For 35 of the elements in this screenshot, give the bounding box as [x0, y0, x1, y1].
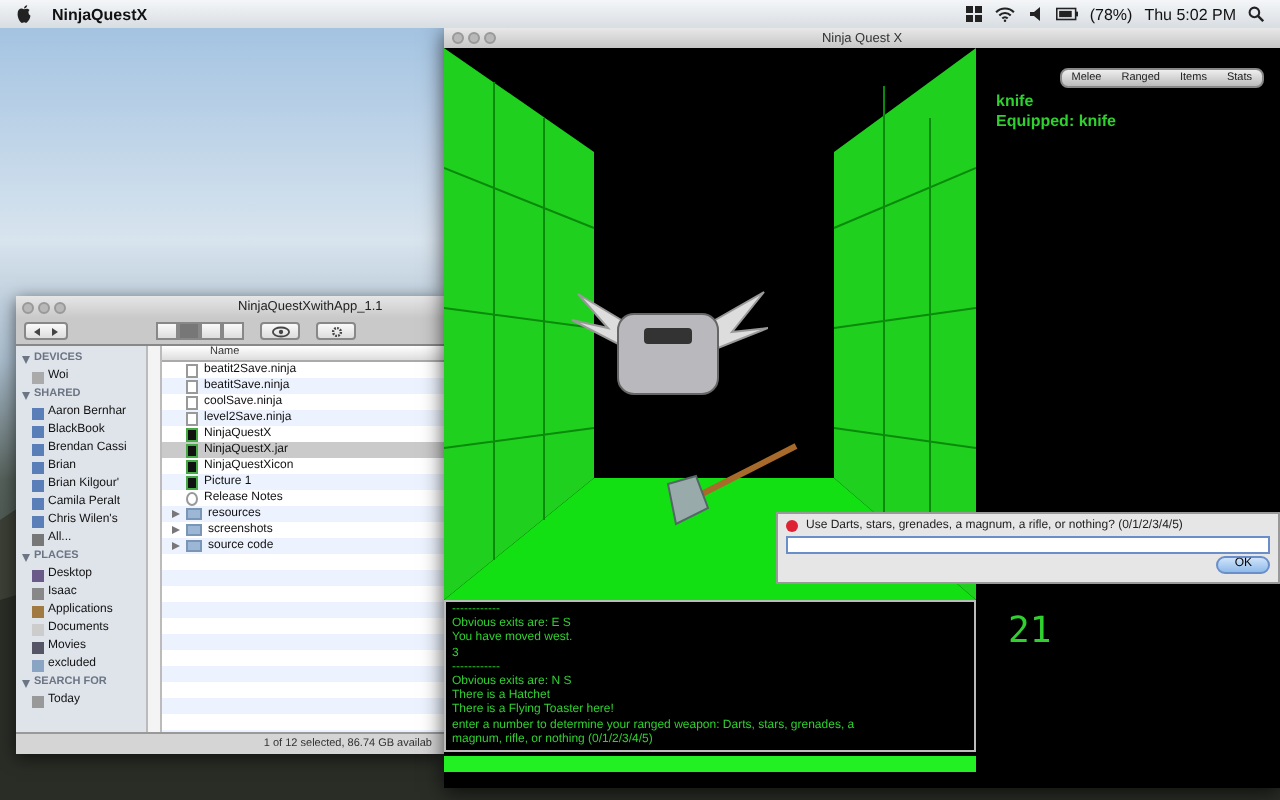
input-bar[interactable] — [444, 756, 976, 772]
battery-percent: (78%) — [1089, 5, 1133, 23]
disclosure-triangle-icon[interactable] — [22, 679, 30, 687]
clock[interactable]: Thu 5:02 PM — [1144, 5, 1236, 23]
weapon-text: Equipped: knife — [996, 112, 1118, 132]
close-dot[interactable] — [452, 32, 464, 44]
speaker-icon[interactable] — [1027, 6, 1044, 22]
zoom-dot[interactable] — [484, 32, 496, 44]
scrollbar[interactable] — [146, 346, 162, 732]
apple-icon[interactable] — [16, 4, 32, 24]
close-dot[interactable] — [786, 519, 798, 531]
arrows-icon — [30, 325, 62, 337]
app-menu[interactable]: NinjaQuestX — [52, 5, 148, 23]
score-text: 21 — [1008, 610, 1054, 652]
battery-icon[interactable] — [1055, 6, 1078, 22]
zoom-dot[interactable] — [54, 301, 66, 313]
view-mode-button[interactable] — [200, 322, 222, 340]
minimize-dot[interactable] — [468, 32, 480, 44]
back-forward-button[interactable] — [24, 322, 68, 340]
close-dot[interactable] — [22, 301, 34, 313]
wifi-icon[interactable] — [993, 6, 1016, 22]
gear-icon — [327, 325, 345, 337]
disclosure-triangle-icon[interactable] — [22, 355, 30, 363]
grid-icon[interactable] — [965, 6, 982, 22]
search-icon[interactable] — [1248, 6, 1264, 22]
eye-icon — [271, 325, 289, 337]
view-mode-button[interactable] — [222, 322, 244, 340]
disclosure-triangle-icon[interactable] — [22, 553, 30, 561]
weapon-text: knife — [996, 92, 1036, 112]
minimize-dot[interactable] — [38, 301, 50, 313]
quick-look-button[interactable] — [260, 322, 300, 340]
view-mode-button[interactable] — [156, 322, 178, 340]
action-button[interactable] — [316, 322, 356, 340]
disclosure-triangle-icon[interactable] — [22, 391, 30, 399]
answer-field[interactable] — [786, 536, 1270, 554]
